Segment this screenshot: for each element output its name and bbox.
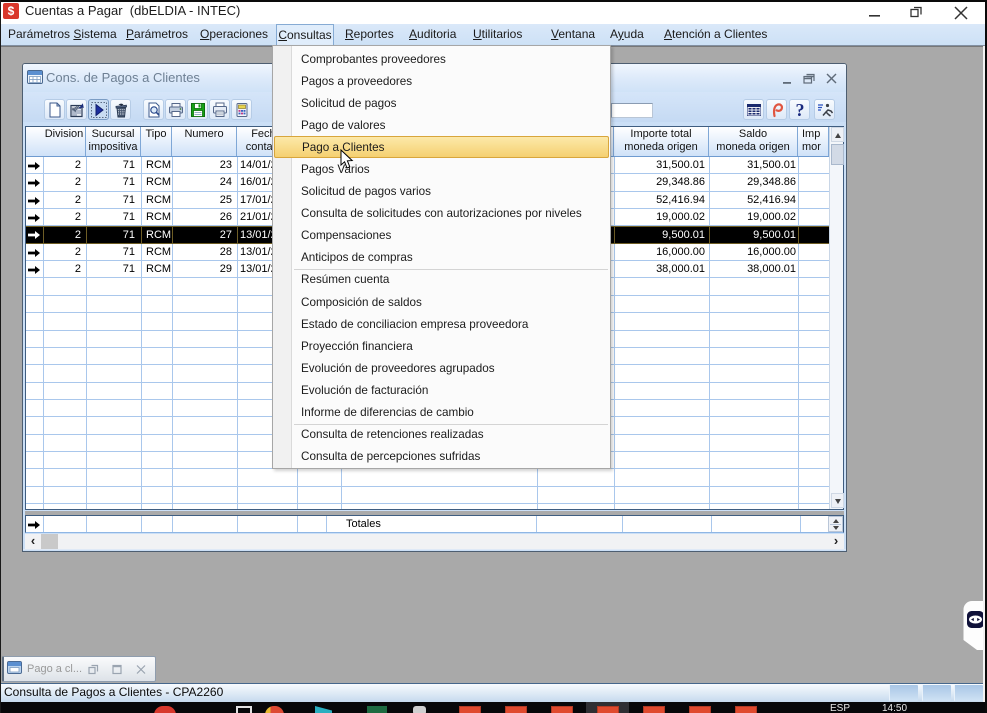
svg-text:?: ? [796, 102, 805, 118]
